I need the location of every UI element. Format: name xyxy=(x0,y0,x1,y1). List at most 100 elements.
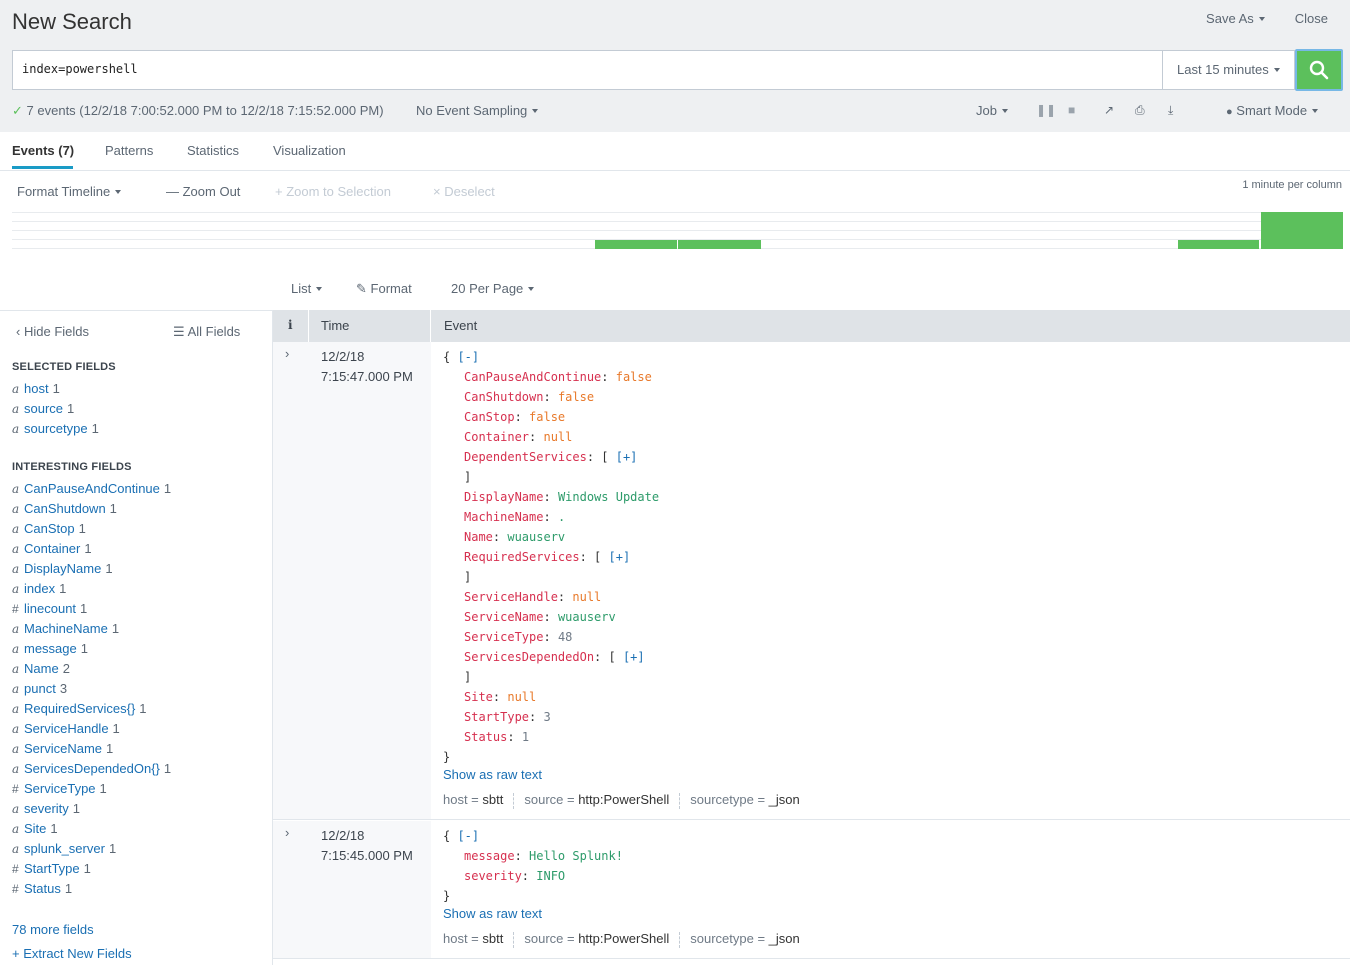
time-range-picker[interactable]: Last 15 minutes xyxy=(1162,50,1295,90)
field-name[interactable]: Container xyxy=(24,541,80,556)
all-fields-button[interactable]: ☰ All Fields xyxy=(173,324,240,340)
field-name[interactable]: RequiredServices{} xyxy=(24,701,135,716)
json-value[interactable]: wuauserv xyxy=(558,610,616,624)
json-value[interactable]: null xyxy=(572,590,601,604)
field-item[interactable]: a ServicesDependedOn{} 1 xyxy=(12,761,171,776)
json-value[interactable]: false xyxy=(558,390,594,404)
json-value[interactable]: Hello Splunk! xyxy=(529,849,623,863)
json-expand-toggle[interactable]: [+] xyxy=(623,650,645,664)
json-key[interactable]: Name xyxy=(464,530,493,544)
field-item[interactable]: a DisplayName 1 xyxy=(12,561,113,576)
field-name[interactable]: ServicesDependedOn{} xyxy=(24,761,160,776)
zoom-to-selection-button[interactable]: + Zoom to Selection xyxy=(275,184,391,199)
json-key[interactable]: StartType xyxy=(464,710,529,724)
field-name[interactable]: sourcetype xyxy=(24,421,88,436)
format-button[interactable]: ✎ Format xyxy=(356,281,412,297)
close-button[interactable]: Close xyxy=(1295,11,1328,26)
search-button[interactable] xyxy=(1295,49,1343,91)
json-key[interactable]: Status xyxy=(464,730,507,744)
field-item[interactable]: a message 1 xyxy=(12,641,88,656)
host-value[interactable]: sbtt xyxy=(482,931,503,946)
json-value[interactable]: false xyxy=(529,410,565,424)
json-key[interactable]: DisplayName xyxy=(464,490,543,504)
field-item[interactable]: a host 1 xyxy=(12,381,60,396)
field-item[interactable]: a Name 2 xyxy=(12,661,70,676)
json-key[interactable]: MachineName xyxy=(464,510,543,524)
json-key[interactable]: ServiceHandle xyxy=(464,590,558,604)
json-collapse-toggle[interactable]: [-] xyxy=(457,350,479,364)
field-item[interactable]: a Site 1 xyxy=(12,821,58,836)
field-name[interactable]: MachineName xyxy=(24,621,108,636)
field-item[interactable]: # StartType 1 xyxy=(12,861,91,876)
field-item[interactable]: a source 1 xyxy=(12,401,74,416)
time-column-header[interactable]: Time xyxy=(321,318,349,333)
field-name[interactable]: ServiceType xyxy=(24,781,96,796)
format-timeline-button[interactable]: Format Timeline xyxy=(17,184,121,199)
list-view-dropdown[interactable]: List xyxy=(291,281,322,296)
field-item[interactable]: # Status 1 xyxy=(12,881,72,896)
field-name[interactable]: Site xyxy=(24,821,46,836)
json-value[interactable]: wuauserv xyxy=(507,530,565,544)
more-fields-link[interactable]: 78 more fields xyxy=(12,922,94,937)
json-key[interactable]: DependentServices xyxy=(464,450,587,464)
timeline-bar[interactable] xyxy=(595,240,677,249)
json-value[interactable]: [ xyxy=(609,650,623,664)
tab-visualization[interactable]: Visualization xyxy=(273,143,346,158)
json-collapse-toggle[interactable]: [-] xyxy=(457,829,479,843)
json-value[interactable]: 3 xyxy=(543,710,550,724)
json-key[interactable]: ServicesDependedOn xyxy=(464,650,594,664)
field-item[interactable]: a MachineName 1 xyxy=(12,621,119,636)
print-icon[interactable]: ⎙ xyxy=(1135,103,1145,118)
json-value[interactable]: [ xyxy=(601,450,615,464)
field-name[interactable]: linecount xyxy=(24,601,76,616)
json-key[interactable]: ServiceType xyxy=(464,630,543,644)
show-raw-text-link[interactable]: Show as raw text xyxy=(443,906,542,921)
search-input[interactable]: index=powershell xyxy=(12,50,1163,90)
field-name[interactable]: CanStop xyxy=(24,521,75,536)
hide-fields-button[interactable]: ‹ Hide Fields xyxy=(16,324,89,339)
field-name[interactable]: DisplayName xyxy=(24,561,101,576)
expand-row-icon[interactable]: › xyxy=(285,825,289,840)
search-mode-dropdown[interactable]: ● Smart Mode xyxy=(1226,103,1318,118)
json-key[interactable]: CanPauseAndContinue xyxy=(464,370,601,384)
field-item[interactable]: a ServiceHandle 1 xyxy=(12,721,120,736)
field-name[interactable]: severity xyxy=(24,801,69,816)
json-value[interactable]: Windows Update xyxy=(558,490,659,504)
tab-patterns[interactable]: Patterns xyxy=(105,143,153,158)
field-item[interactable]: a CanPauseAndContinue 1 xyxy=(12,481,171,496)
stop-icon[interactable]: ■ xyxy=(1068,103,1075,117)
json-value[interactable]: 1 xyxy=(522,730,529,744)
tab-statistics[interactable]: Statistics xyxy=(187,143,239,158)
job-menu[interactable]: Job xyxy=(976,103,1008,118)
json-value[interactable]: null xyxy=(507,690,536,704)
pause-icon[interactable]: ❚❚ xyxy=(1036,103,1056,117)
show-raw-text-link[interactable]: Show as raw text xyxy=(443,767,542,782)
json-key[interactable]: CanShutdown xyxy=(464,390,543,404)
source-value[interactable]: http:PowerShell xyxy=(578,931,669,946)
json-key[interactable]: RequiredServices xyxy=(464,550,580,564)
json-expand-toggle[interactable]: [+] xyxy=(609,550,631,564)
json-value[interactable]: INFO xyxy=(536,869,565,883)
field-name[interactable]: StartType xyxy=(24,861,80,876)
json-key[interactable]: ServiceName xyxy=(464,610,543,624)
json-key[interactable]: message xyxy=(464,849,515,863)
export-icon[interactable]: ⤓ xyxy=(1168,103,1173,118)
field-name[interactable]: Name xyxy=(24,661,59,676)
tab-events[interactable]: Events (7) xyxy=(12,143,74,158)
host-value[interactable]: sbtt xyxy=(482,792,503,807)
field-item[interactable]: a punct 3 xyxy=(12,681,67,696)
field-item[interactable]: a CanShutdown 1 xyxy=(12,501,117,516)
field-name[interactable]: message xyxy=(24,641,77,656)
zoom-out-button[interactable]: — Zoom Out xyxy=(166,184,240,199)
save-as-button[interactable]: Save As xyxy=(1206,11,1265,26)
field-name[interactable]: Status xyxy=(24,881,61,896)
json-value[interactable]: false xyxy=(616,370,652,384)
field-name[interactable]: host xyxy=(24,381,49,396)
event-sampling-dropdown[interactable]: No Event Sampling xyxy=(416,103,538,118)
field-item[interactable]: a splunk_server 1 xyxy=(12,841,116,856)
share-icon[interactable]: ↗ xyxy=(1104,103,1114,117)
field-name[interactable]: CanPauseAndContinue xyxy=(24,481,160,496)
expand-row-icon[interactable]: › xyxy=(285,346,289,361)
field-name[interactable]: ServiceHandle xyxy=(24,721,109,736)
extract-new-fields-link[interactable]: + Extract New Fields xyxy=(12,946,132,961)
